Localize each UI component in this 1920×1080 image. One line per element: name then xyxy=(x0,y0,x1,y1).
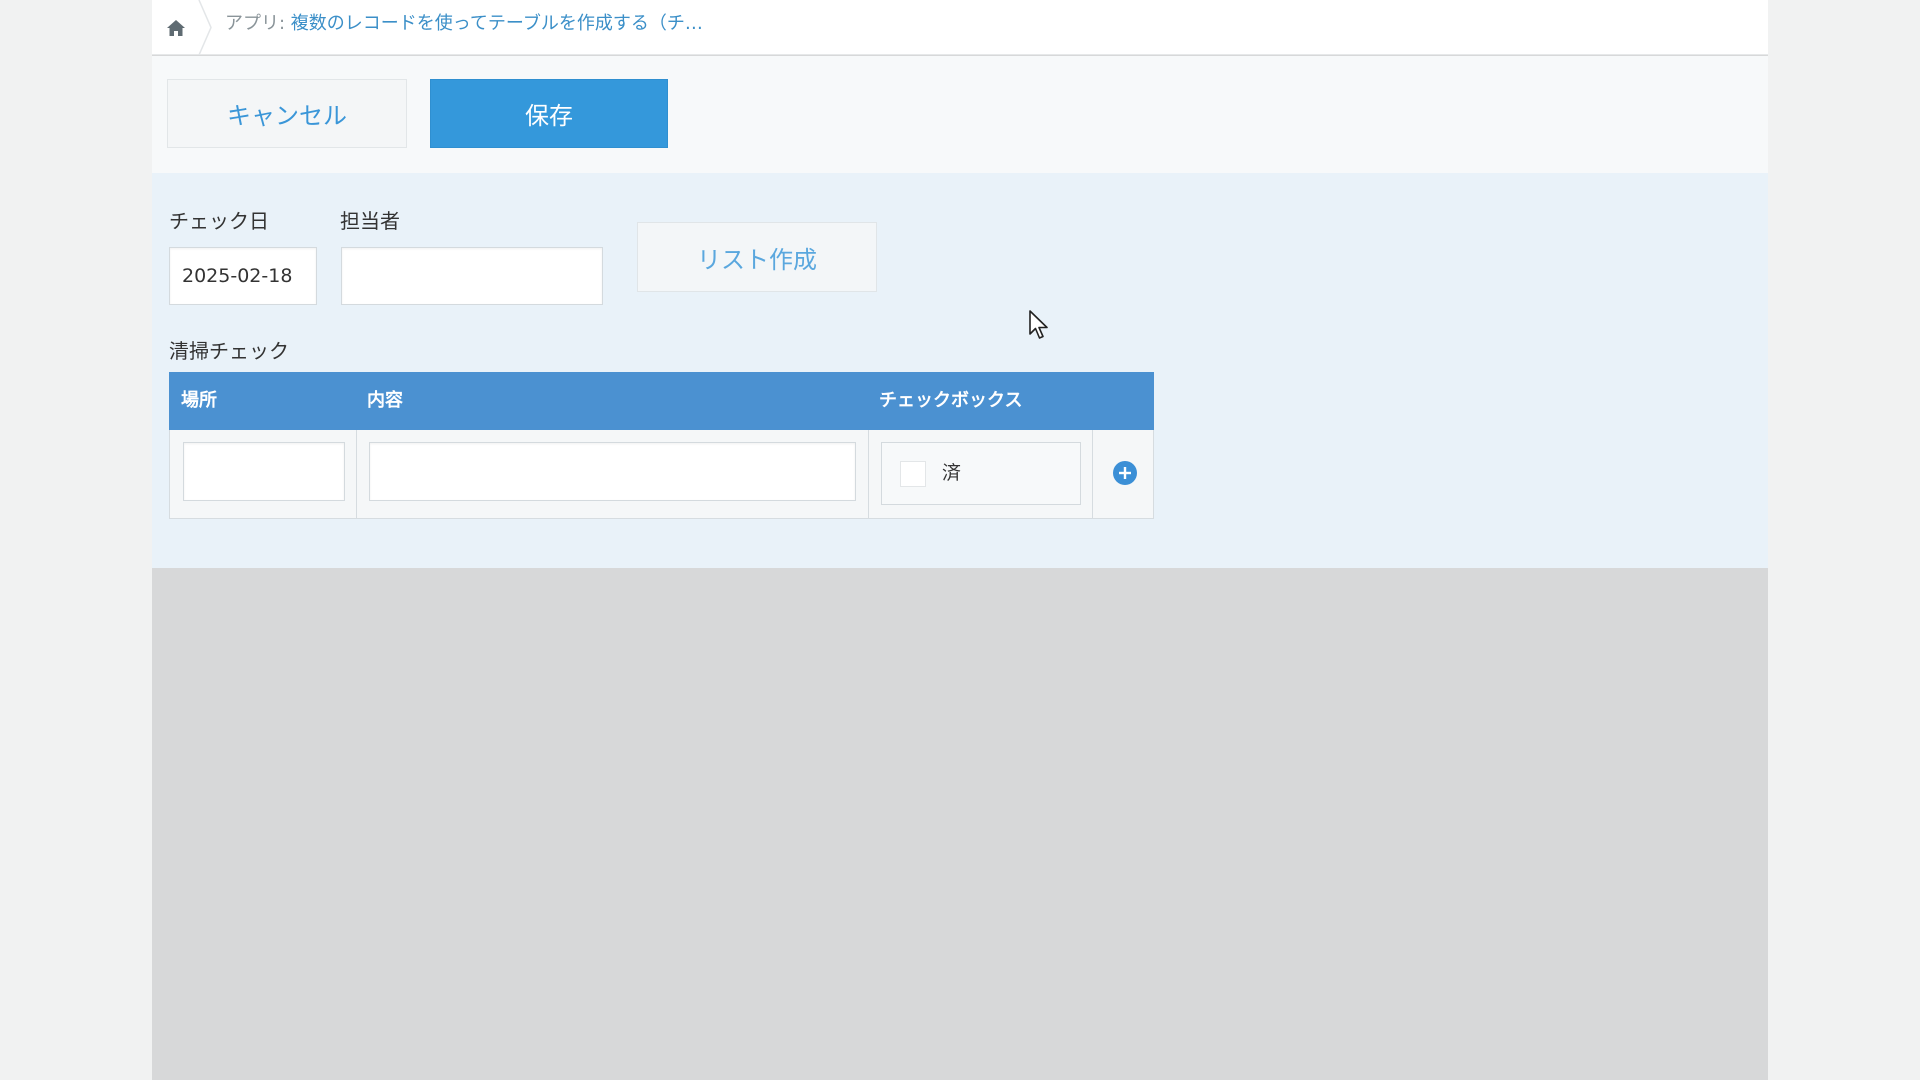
breadcrumb: アプリ: 複数のレコードを使ってテーブルを作成する（チ… xyxy=(152,0,1768,55)
home-icon xyxy=(167,19,185,36)
place-input[interactable] xyxy=(183,442,345,501)
save-button[interactable]: 保存 xyxy=(430,79,668,148)
subtable-title: 清掃チェック xyxy=(169,339,289,363)
cell-divider xyxy=(356,430,357,518)
breadcrumb-prefix: アプリ: xyxy=(225,13,291,34)
table-header: 場所 内容 チェックボックス xyxy=(169,372,1154,430)
breadcrumb-chevron-icon xyxy=(198,0,212,55)
column-header-checkbox: チェックボックス xyxy=(879,390,1023,411)
table-row: 済 xyxy=(169,430,1154,519)
check-date-label: チェック日 xyxy=(169,209,269,233)
cell-divider xyxy=(868,430,869,518)
create-list-button[interactable]: リスト作成 xyxy=(637,222,877,292)
record-form: チェック日 2025-02-18 担当者 リスト作成 清掃チェック 場所 内容 … xyxy=(152,173,1768,568)
done-checkbox[interactable] xyxy=(900,461,926,487)
toolbar: キャンセル 保存 xyxy=(152,56,1768,173)
done-checkbox-group: 済 xyxy=(881,442,1081,505)
plus-circle-icon[interactable] xyxy=(1112,460,1138,486)
breadcrumb-app-link[interactable]: 複数のレコードを使ってテーブルを作成する（チ… xyxy=(291,13,703,34)
assignee-label: 担当者 xyxy=(340,209,400,233)
column-header-place: 場所 xyxy=(181,390,217,411)
content-input[interactable] xyxy=(369,442,856,501)
cancel-button[interactable]: キャンセル xyxy=(167,79,407,148)
breadcrumb-app-path: アプリ: 複数のレコードを使ってテーブルを作成する（チ… xyxy=(225,0,703,48)
app-page: アプリ: 複数のレコードを使ってテーブルを作成する（チ… キャンセル 保存 チェ… xyxy=(152,0,1768,1080)
column-header-content: 内容 xyxy=(367,390,403,411)
cell-divider xyxy=(1092,430,1093,518)
mouse-pointer-icon xyxy=(1029,310,1048,339)
home-link[interactable] xyxy=(152,0,200,55)
check-date-input[interactable]: 2025-02-18 xyxy=(169,247,317,305)
done-checkbox-label: 済 xyxy=(942,462,962,484)
assignee-input[interactable] xyxy=(341,247,603,305)
cleaning-check-table: 場所 内容 チェックボックス 済 xyxy=(169,372,1154,519)
